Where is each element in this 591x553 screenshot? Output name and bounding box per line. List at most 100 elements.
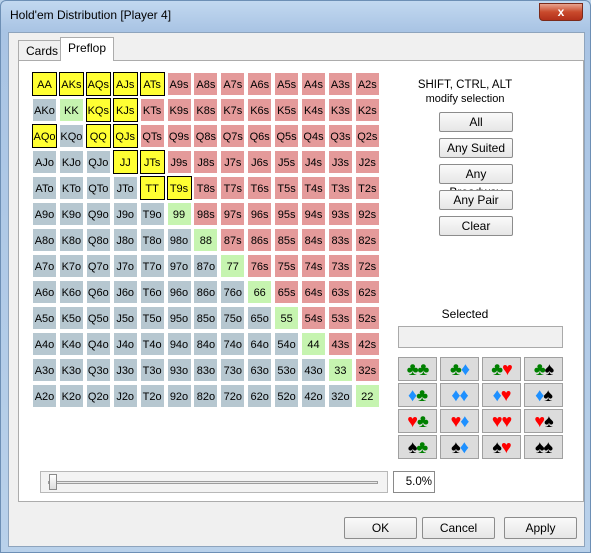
hand-cell-42s[interactable]: 42s (354, 332, 380, 356)
suit-combo-diamond-spade[interactable]: ♦♠ (524, 383, 563, 407)
hand-cell-75o[interactable]: 75o (220, 306, 246, 330)
hand-cell-32s[interactable]: 32s (354, 358, 380, 382)
hand-cell-j9s[interactable]: J9s (166, 150, 192, 174)
hand-cell-aqo[interactable]: AQo (32, 124, 57, 148)
hand-cell-t3o[interactable]: T3o (139, 358, 165, 382)
hand-cell-a7s[interactable]: A7s (220, 72, 246, 96)
hand-cell-j2s[interactable]: J2s (354, 150, 380, 174)
hand-cell-a5s[interactable]: A5s (274, 72, 300, 96)
hand-cell-k4o[interactable]: K4o (58, 332, 84, 356)
hand-cell-q3s[interactable]: Q3s (327, 124, 353, 148)
hand-cell-kqs[interactable]: KQs (85, 98, 111, 122)
hand-cell-94s[interactable]: 94s (301, 202, 326, 226)
hand-cell-ajo[interactable]: AJo (32, 150, 57, 174)
hand-cell-aks[interactable]: AKs (58, 72, 84, 96)
hand-cell-42o[interactable]: 42o (301, 384, 326, 408)
hand-cell-k4s[interactable]: K4s (301, 98, 326, 122)
hand-cell-ato[interactable]: ATo (32, 176, 57, 200)
slider-thumb[interactable] (49, 474, 57, 490)
hand-cell-52o[interactable]: 52o (274, 384, 300, 408)
hand-cell-q8s[interactable]: Q8s (193, 124, 219, 148)
range-percent-field[interactable]: 5.0% (393, 471, 435, 493)
hand-cell-qjo[interactable]: QJo (85, 150, 111, 174)
hand-cell-kto[interactable]: KTo (58, 176, 84, 200)
hand-cell-t7o[interactable]: T7o (139, 254, 165, 278)
hand-cell-tt[interactable]: TT (139, 176, 165, 200)
hand-cell-75s[interactable]: 75s (274, 254, 300, 278)
all-button[interactable]: All (439, 112, 513, 132)
hand-cell-52s[interactable]: 52s (354, 306, 380, 330)
hand-cell-qts[interactable]: QTs (139, 124, 165, 148)
hand-cell-83s[interactable]: 83s (327, 228, 353, 252)
hand-cell-t9o[interactable]: T9o (139, 202, 165, 226)
hand-cell-82o[interactable]: 82o (193, 384, 219, 408)
hand-cell-76s[interactable]: 76s (247, 254, 273, 278)
hand-cell-q7o[interactable]: Q7o (85, 254, 111, 278)
hand-cell-t7s[interactable]: T7s (220, 176, 246, 200)
hand-cell-k9s[interactable]: K9s (166, 98, 192, 122)
hand-cell-q8o[interactable]: Q8o (85, 228, 111, 252)
any-pair-button[interactable]: Any Pair (439, 190, 513, 210)
hand-cell-j5s[interactable]: J5s (274, 150, 300, 174)
hand-cell-jj[interactable]: JJ (112, 150, 138, 174)
hand-cell-q7s[interactable]: Q7s (220, 124, 246, 148)
hand-cell-j6o[interactable]: J6o (112, 280, 138, 304)
clear-button[interactable]: Clear (439, 216, 513, 236)
suit-combo-spade-club[interactable]: ♠♣ (398, 435, 437, 459)
apply-button[interactable]: Apply (504, 517, 577, 539)
hand-cell-aa[interactable]: AA (32, 72, 57, 96)
hand-cell-63o[interactable]: 63o (247, 358, 273, 382)
hand-cell-86o[interactable]: 86o (193, 280, 219, 304)
hand-cell-44[interactable]: 44 (301, 332, 326, 356)
hand-cell-53o[interactable]: 53o (274, 358, 300, 382)
hand-cell-j3s[interactable]: J3s (327, 150, 353, 174)
hand-cell-kjo[interactable]: KJo (58, 150, 84, 174)
close-button[interactable]: x (539, 3, 583, 21)
hand-cell-98s[interactable]: 98s (193, 202, 219, 226)
hand-cell-t3s[interactable]: T3s (327, 176, 353, 200)
hand-cell-85s[interactable]: 85s (274, 228, 300, 252)
hand-cell-k8o[interactable]: K8o (58, 228, 84, 252)
hand-cell-96o[interactable]: 96o (166, 280, 192, 304)
hand-cell-k8s[interactable]: K8s (193, 98, 219, 122)
hand-cell-q5o[interactable]: Q5o (85, 306, 111, 330)
suit-combo-diamond-club[interactable]: ♦♣ (398, 383, 437, 407)
hand-cell-j7s[interactable]: J7s (220, 150, 246, 174)
any-broadway-button[interactable]: Any Broadway (439, 164, 513, 199)
hand-cell-q6o[interactable]: Q6o (85, 280, 111, 304)
hand-cell-95s[interactable]: 95s (274, 202, 300, 226)
hand-cell-kk[interactable]: KK (58, 98, 84, 122)
hand-cell-95o[interactable]: 95o (166, 306, 192, 330)
hand-cell-ako[interactable]: AKo (32, 98, 57, 122)
hand-cell-73s[interactable]: 73s (327, 254, 353, 278)
hand-cell-kjs[interactable]: KJs (112, 98, 138, 122)
suit-combo-heart-heart[interactable]: ♥♥ (482, 409, 521, 433)
hand-cell-a4s[interactable]: A4s (301, 72, 326, 96)
hand-cell-97s[interactable]: 97s (220, 202, 246, 226)
suit-combo-club-club[interactable]: ♣♣ (398, 357, 437, 381)
suit-combo-heart-club[interactable]: ♥♣ (398, 409, 437, 433)
hand-cell-j2o[interactable]: J2o (112, 384, 138, 408)
hand-cell-54o[interactable]: 54o (274, 332, 300, 356)
hand-cell-77[interactable]: 77 (220, 254, 246, 278)
hand-cell-k7o[interactable]: K7o (58, 254, 84, 278)
hand-cell-66[interactable]: 66 (247, 280, 273, 304)
hand-cell-a6o[interactable]: A6o (32, 280, 57, 304)
hand-cell-j4s[interactable]: J4s (301, 150, 326, 174)
hand-cell-88[interactable]: 88 (193, 228, 219, 252)
hand-cell-k3s[interactable]: K3s (327, 98, 353, 122)
hand-cell-kts[interactable]: KTs (139, 98, 165, 122)
hand-cell-ajs[interactable]: AJs (112, 72, 138, 96)
hand-cell-a3o[interactable]: A3o (32, 358, 57, 382)
range-slider[interactable] (40, 471, 388, 493)
hand-cell-j7o[interactable]: J7o (112, 254, 138, 278)
hand-cell-a8o[interactable]: A8o (32, 228, 57, 252)
hand-cell-94o[interactable]: 94o (166, 332, 192, 356)
hand-cell-65o[interactable]: 65o (247, 306, 273, 330)
hand-cell-65s[interactable]: 65s (274, 280, 300, 304)
hand-cell-82s[interactable]: 82s (354, 228, 380, 252)
hand-cell-33[interactable]: 33 (327, 358, 353, 382)
hand-cell-a3s[interactable]: A3s (327, 72, 353, 96)
hand-cell-93s[interactable]: 93s (327, 202, 353, 226)
hand-cell-32o[interactable]: 32o (327, 384, 353, 408)
